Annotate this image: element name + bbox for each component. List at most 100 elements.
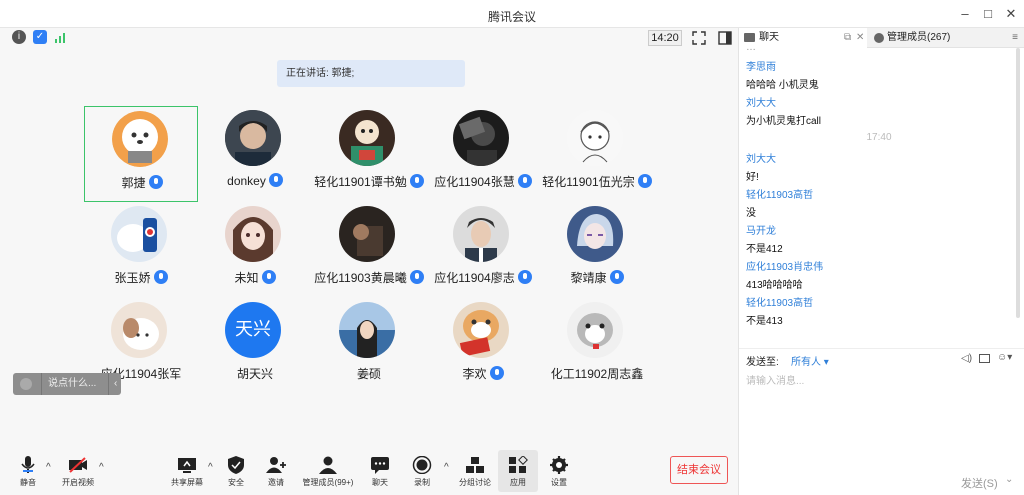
send-to-dropdown[interactable]: 所有人 ▾ <box>791 353 829 368</box>
participant-name: 黎靖康 <box>490 269 704 286</box>
mute-label: 静音 <box>20 478 36 487</box>
mic-icon <box>609 270 624 284</box>
apps-icon <box>509 456 528 473</box>
window-title: 腾讯会议 <box>487 10 536 24</box>
app-window: { "window": {"title": "腾讯会议"}, "meeting"… <box>0 0 1024 495</box>
title-bar: 腾讯会议 – □ ✕ <box>0 0 1024 28</box>
truncated-line: … <box>746 48 756 53</box>
message-text: 为小机灵鬼打call <box>746 116 822 127</box>
chat-scrollbar[interactable] <box>1016 48 1020 318</box>
avatar <box>453 302 509 358</box>
image-icon[interactable] <box>979 354 990 363</box>
microphone-icon <box>21 456 35 473</box>
speaking-indicator: 正在讲话: 郭捷; <box>277 60 465 87</box>
manage-members-label: 管理成员(99+) <box>302 478 354 487</box>
members-icon <box>874 33 884 43</box>
layout-icon[interactable] <box>718 31 732 45</box>
avatar <box>567 110 623 166</box>
mention-icon[interactable]: ☺▾ <box>997 352 1012 363</box>
avatar <box>567 302 623 358</box>
minimize-icon[interactable]: – <box>957 6 973 22</box>
invite-button[interactable]: 邀请 <box>248 456 304 488</box>
gear-icon <box>550 456 568 474</box>
avatar <box>339 110 395 166</box>
more-menu-icon[interactable]: ≡ <box>1005 28 1024 48</box>
signal-icon[interactable] <box>55 32 67 43</box>
end-meeting-button[interactable]: 结束会议 <box>670 456 728 484</box>
share-screen-icon <box>178 458 196 473</box>
quick-chat-input[interactable]: 说点什么... ‹ <box>13 373 121 395</box>
popout-icon[interactable]: ⧉ <box>844 28 851 48</box>
participant-tile[interactable]: 黎靖康 <box>540 202 654 298</box>
avatar <box>111 206 167 262</box>
message-sender[interactable]: 刘大大 <box>746 150 776 165</box>
send-to-label: 发送至: <box>746 357 779 368</box>
avatar <box>567 206 623 262</box>
collapse-icon[interactable]: ‹ <box>114 373 117 395</box>
message-sender[interactable]: 应化11903肖忠伟 <box>746 258 823 273</box>
side-panel: 聊天 ⧉ ✕ 管理成员(267) ≡ … 李思雨 哈哈哈 小机灵鬼 刘大大 为小… <box>738 28 1024 495</box>
participant-tile[interactable]: 化工11902周志鑫 <box>540 298 654 394</box>
message-sender[interactable]: 刘大大 <box>746 94 776 109</box>
quick-chat-placeholder: 说点什么... <box>48 378 97 389</box>
settings-button[interactable]: 设置 <box>531 456 587 488</box>
video-label: 开启视频 <box>62 478 94 487</box>
avatar <box>112 111 168 167</box>
settings-label: 设置 <box>551 478 567 487</box>
record-label: 录制 <box>414 478 430 487</box>
maximize-icon[interactable]: □ <box>980 6 996 22</box>
message-input[interactable]: 请输入消息... <box>746 372 804 387</box>
message-text: 好! <box>746 172 759 183</box>
members-icon <box>319 456 337 474</box>
shield-icon[interactable]: ✓ <box>33 30 47 44</box>
record-button[interactable]: 录制 <box>394 456 450 488</box>
message-sender[interactable]: 轻化11903高哲 <box>746 294 813 309</box>
chat-message-list: … 李思雨 哈哈哈 小机灵鬼 刘大大 为小机灵鬼打call 17:40 刘大大 … <box>739 48 1019 348</box>
tab-members-label: 管理成员(267) <box>887 32 951 43</box>
share-screen-button[interactable]: 共享屏幕 <box>159 456 215 488</box>
message-sender[interactable]: 马开龙 <box>746 222 776 237</box>
record-icon <box>412 456 432 474</box>
emoji-icon[interactable] <box>20 378 32 390</box>
participant-tile[interactable]: 轻化11901伍光宗 <box>540 106 654 202</box>
message-text: 没 <box>746 208 756 219</box>
participant-name: 化工11902周志鑫 <box>550 367 644 381</box>
video-button[interactable]: 开启视频 <box>50 456 106 488</box>
tab-members[interactable]: 管理成员(267) <box>869 28 1005 48</box>
avatar <box>225 110 281 166</box>
close-icon[interactable]: ✕ <box>1003 6 1019 22</box>
chat-icon <box>744 33 755 42</box>
tab-chat-label: 聊天 <box>759 32 779 43</box>
avatar <box>453 206 509 262</box>
message-sender[interactable]: 李思雨 <box>746 58 776 73</box>
message-timestamp: 17:40 <box>866 132 892 143</box>
avatar: 天兴 <box>225 302 281 358</box>
avatar <box>339 302 395 358</box>
mic-icon <box>637 174 652 188</box>
send-button[interactable]: 发送(S) <box>961 475 998 491</box>
apps-label: 应用 <box>510 478 526 487</box>
tab-chat[interactable]: 聊天 ⧉ ✕ <box>739 28 867 48</box>
message-text: 413哈哈哈哈 <box>746 280 803 291</box>
message-text: 哈哈哈 小机灵鬼 <box>746 80 819 91</box>
manage-members-button[interactable]: 管理成员(99+) <box>300 456 356 488</box>
message-text: 不是413 <box>746 316 783 327</box>
share-screen-label: 共享屏幕 <box>171 478 203 487</box>
send-to-value: 所有人 <box>791 357 821 368</box>
camera-off-icon <box>69 457 87 473</box>
message-sender[interactable]: 轻化11903高哲 <box>746 186 813 201</box>
avatar <box>111 302 167 358</box>
close-icon[interactable]: ✕ <box>856 28 864 48</box>
avatar <box>225 206 281 262</box>
info-icon[interactable]: i <box>12 30 26 44</box>
send-options-caret[interactable]: ⌄ <box>1005 474 1013 485</box>
breakout-label: 分组讨论 <box>459 478 491 487</box>
fullscreen-icon[interactable] <box>692 31 706 45</box>
avatar <box>339 206 395 262</box>
video-options-caret[interactable]: ^ <box>99 462 104 473</box>
participant-name: 轻化11901伍光宗 <box>490 173 704 190</box>
chat-label: 聊天 <box>372 478 388 487</box>
meeting-toolbar: 静音 ^ 开启视频 ^ 共享屏幕 ^ 安全 邀请 管理成员(99+) 聊天 录制… <box>0 448 738 495</box>
breakout-icon <box>466 457 484 473</box>
volume-icon[interactable]: ◁) <box>961 353 972 364</box>
